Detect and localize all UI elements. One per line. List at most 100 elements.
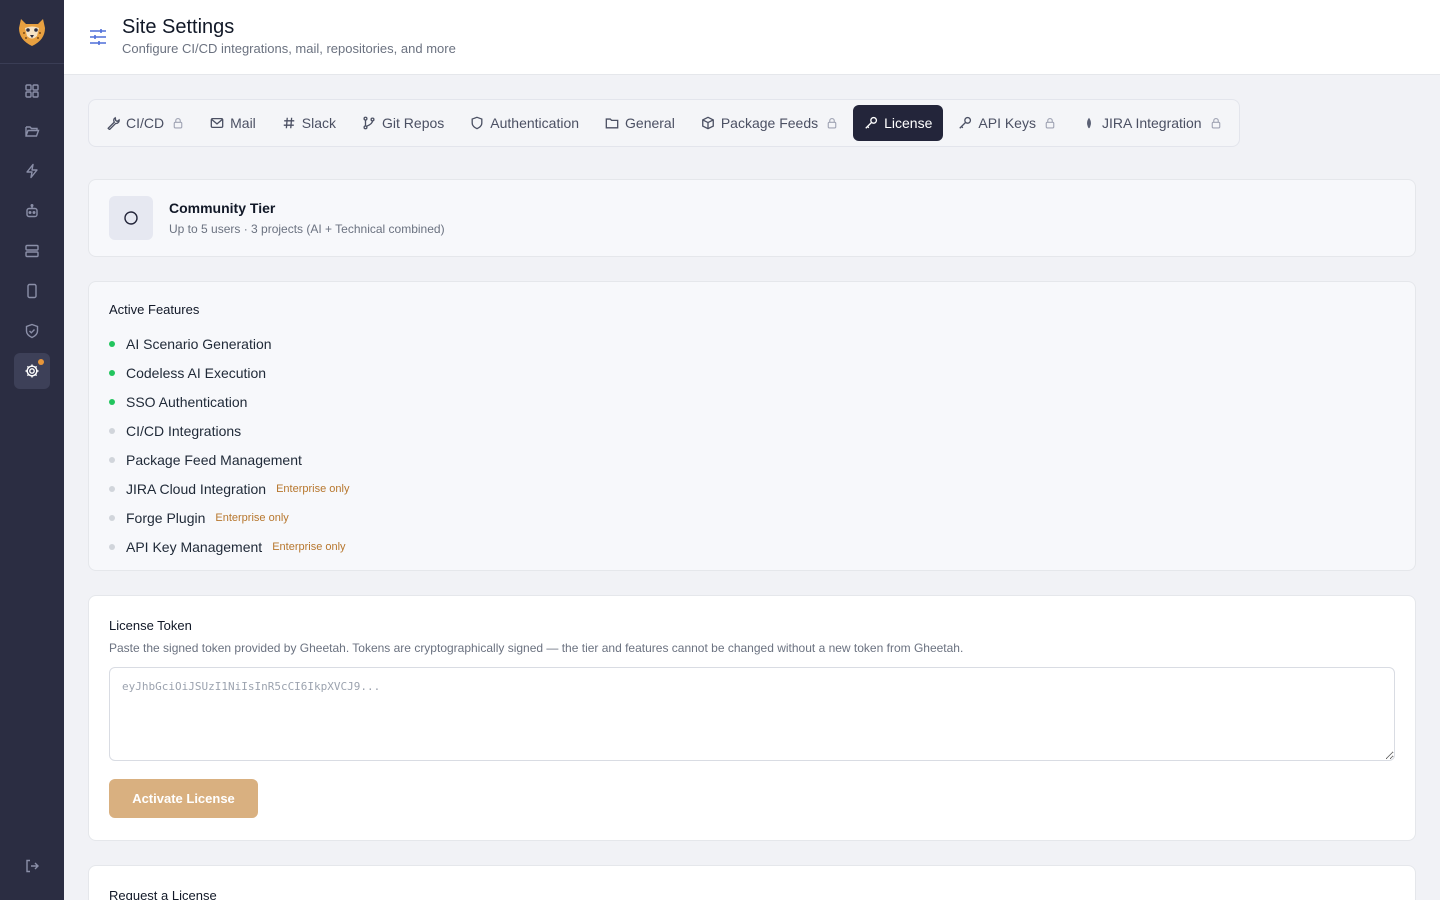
tab-general[interactable]: General [594, 105, 686, 141]
status-dot [109, 427, 115, 434]
jira-icon [1087, 117, 1091, 129]
sidebar-item-ai[interactable] [14, 193, 50, 229]
tab-label: Authentication [490, 115, 580, 131]
license-token-card: License Token Paste the signed token pro… [88, 595, 1416, 841]
lock-icon [173, 117, 183, 129]
status-dot [109, 398, 115, 405]
logout-icon [26, 859, 39, 873]
tab-label: Mail [230, 115, 256, 131]
lock-icon [1211, 117, 1220, 129]
list-item: CI/CD Integrations [109, 416, 1395, 445]
tier-name: Community Tier [169, 200, 276, 216]
feature-list: AI Scenario Generation Codeless AI Execu… [109, 329, 1395, 561]
sidebar-nav [14, 73, 50, 389]
tab-package-feeds[interactable]: Package Feeds [690, 105, 849, 141]
app-logo[interactable] [0, 0, 64, 64]
server-icon [25, 244, 39, 258]
tab-label: CI/CD [126, 115, 165, 131]
enterprise-badge: Enterprise only [276, 482, 350, 495]
tier-circle-icon [109, 196, 153, 240]
tab-api-keys[interactable]: API Keys [947, 105, 1067, 141]
tab-label: License [884, 115, 933, 131]
activate-license-button[interactable]: Activate License [109, 779, 258, 818]
feature-label: Codeless AI Execution [126, 364, 267, 381]
feature-label: API Key Management [126, 538, 263, 555]
tab-label: Package Feeds [720, 115, 819, 131]
tab-label: Slack [301, 115, 337, 131]
tier-description: Up to 5 users · 3 projects (AI + Technic… [169, 222, 445, 236]
status-dot [109, 514, 115, 521]
sidebar-item-devices[interactable] [14, 273, 50, 309]
lightning-icon [26, 163, 38, 179]
request-title: Request a License [109, 888, 217, 900]
feature-label: JIRA Cloud Integration [126, 480, 267, 497]
git-branch-icon [363, 116, 375, 130]
page-title: Site Settings [122, 16, 235, 38]
status-dot [109, 485, 115, 492]
shield-check-icon [25, 323, 39, 339]
tab-label: JIRA Integration [1101, 115, 1202, 131]
folder-open-icon [25, 126, 40, 137]
token-title: License Token [109, 618, 192, 633]
mail-icon [210, 117, 224, 129]
sidebar-item-security[interactable] [14, 313, 50, 349]
list-item: JIRA Cloud Integration Enterprise only [109, 474, 1395, 503]
sidebar-item-projects[interactable] [14, 113, 50, 149]
key-icon [865, 116, 878, 129]
sidebar-item-runs[interactable] [14, 153, 50, 189]
settings-tabs: CI/CD Mail Slack Git Repos Authenticatio… [88, 99, 1240, 147]
sidebar-item-settings[interactable] [14, 353, 50, 389]
package-icon [701, 116, 714, 130]
tab-label: General [625, 115, 675, 131]
enterprise-badge: Enterprise only [215, 511, 289, 524]
tab-authentication[interactable]: Authentication [459, 105, 590, 141]
token-description: Paste the signed token provided by Gheet… [109, 641, 964, 655]
key-icon [959, 116, 972, 129]
status-dot [109, 369, 115, 376]
tab-label: Git Repos [382, 115, 445, 131]
sidebar-item-dashboard[interactable] [14, 73, 50, 109]
feature-label: Package Feed Management [126, 451, 302, 468]
sidebar [0, 0, 64, 900]
sliders-icon [88, 28, 108, 51]
tab-label: API Keys [978, 115, 1036, 131]
lock-icon [827, 117, 837, 129]
tab-jira-integration[interactable]: JIRA Integration [1071, 105, 1233, 141]
tab-cicd[interactable]: CI/CD [95, 105, 195, 141]
mobile-icon [27, 283, 37, 299]
logout-button[interactable] [14, 848, 50, 884]
shield-icon [471, 116, 483, 130]
robot-icon [26, 204, 38, 218]
sidebar-item-servers[interactable] [14, 233, 50, 269]
page-subtitle: Configure CI/CD integrations, mail, repo… [122, 41, 456, 56]
tab-slack[interactable]: Slack [271, 105, 347, 141]
hash-icon [283, 117, 295, 129]
feature-label: AI Scenario Generation [126, 335, 272, 352]
gear-icon [25, 364, 39, 378]
enterprise-badge: Enterprise only [272, 540, 346, 553]
wrench-icon [107, 116, 120, 130]
features-title: Active Features [109, 302, 200, 317]
folder-icon [605, 118, 619, 129]
tab-license[interactable]: License [853, 105, 944, 141]
request-license-card: Request a License [88, 865, 1416, 900]
feature-label: CI/CD Integrations [126, 422, 242, 439]
list-item: API Key Management Enterprise only [109, 532, 1395, 561]
list-item: AI Scenario Generation [109, 329, 1395, 358]
list-item: Package Feed Management [109, 445, 1395, 474]
page-header: Site Settings Configure CI/CD integratio… [64, 0, 1440, 75]
license-token-input[interactable] [109, 667, 1395, 761]
status-dot [109, 456, 115, 463]
dashboard-icon [25, 84, 39, 98]
main-content: CI/CD Mail Slack Git Repos Authenticatio… [88, 99, 1416, 900]
tab-git-repos[interactable]: Git Repos [351, 105, 455, 141]
tier-card: Community Tier Up to 5 users · 3 project… [88, 179, 1416, 257]
cheetah-logo-icon [19, 18, 45, 46]
tab-mail[interactable]: Mail [199, 105, 267, 141]
status-dot [109, 543, 115, 550]
list-item: Forge Plugin Enterprise only [109, 503, 1395, 532]
list-item: Codeless AI Execution [109, 358, 1395, 387]
notification-dot [38, 359, 44, 365]
feature-label: SSO Authentication [126, 393, 248, 410]
active-features-card: Active Features AI Scenario Generation C… [88, 281, 1416, 571]
